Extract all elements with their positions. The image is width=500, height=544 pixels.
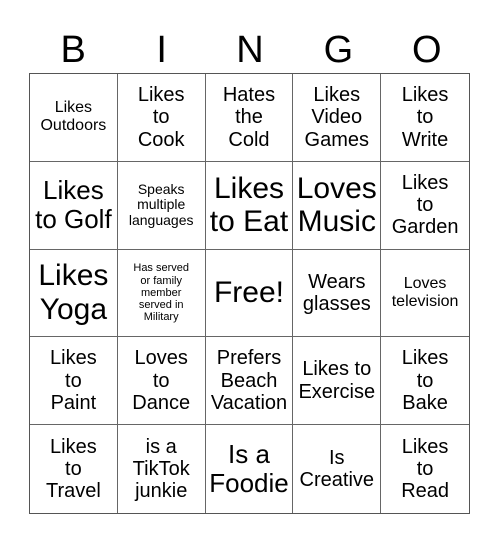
bingo-cell-text: Likes Yoga <box>38 259 109 326</box>
bingo-cell-text: Likes to Garden <box>391 171 459 239</box>
bingo-cell[interactable]: Loves to Dance <box>117 337 206 426</box>
bingo-cell[interactable]: Likes to Paint <box>30 337 118 426</box>
bingo-cell-text: Likes to Write <box>401 83 449 151</box>
bingo-cell-text: Likes Video Games <box>304 83 370 151</box>
bingo-grid: Likes Outdoors Likes to Cook Hates the Col… <box>29 73 470 514</box>
bingo-cell[interactable]: Speaks multiple languages <box>117 161 206 250</box>
bingo-cell[interactable]: Likes to Read <box>381 425 469 513</box>
bingo-cell[interactable]: Wears glasses <box>293 249 382 338</box>
bingo-cell-text: Likes to Cook <box>137 83 185 151</box>
bingo-cell-text: Likes to Bake <box>401 347 449 414</box>
bingo-cell[interactable]: Likes to Garden <box>381 162 469 250</box>
bingo-cell-text: Wears glasses <box>302 270 371 315</box>
bingo-cell[interactable]: Likes to Write <box>381 74 469 162</box>
bingo-cell-text: Likes to Read <box>401 435 449 503</box>
bingo-cell-free[interactable]: Free! <box>205 249 294 338</box>
bingo-cell-text: Free! <box>213 276 284 310</box>
bingo-cell[interactable]: Likes to Exercise <box>293 337 382 426</box>
bingo-cell-text: Speaks multiple languages <box>128 180 194 229</box>
bingo-cell[interactable]: is a TikTok junkie <box>118 425 206 513</box>
bingo-cell[interactable]: Has served or family member served in Mi… <box>117 249 206 338</box>
bingo-cell-text: Likes to Exercise <box>298 358 376 403</box>
bingo-cell-text: Likes to Paint <box>50 347 97 414</box>
bingo-cell-text: Loves television <box>391 275 459 310</box>
bingo-cell[interactable]: Likes to Cook <box>117 74 206 162</box>
bingo-cell-text: Has served or family member served in Mi… <box>133 262 190 324</box>
bingo-cell-text: is a TikTok junkie <box>132 435 190 503</box>
bingo-header: B I N G O <box>29 28 471 72</box>
bingo-cell[interactable]: Likes to Eat <box>205 161 294 250</box>
bingo-cell[interactable]: Likes to Bake <box>381 337 469 426</box>
header-letter-b: B <box>60 29 86 71</box>
bingo-cell[interactable]: Loves television <box>381 250 469 338</box>
bingo-cell-text: Likes to Travel <box>45 435 101 503</box>
bingo-cell-text: Loves Music <box>296 171 377 239</box>
bingo-cell-text: Is a Foodie <box>209 438 289 499</box>
bingo-cell-text: Hates the Cold <box>222 83 276 151</box>
bingo-cell[interactable]: Loves Music <box>293 161 382 250</box>
bingo-cell[interactable]: Likes Outdoors <box>30 74 118 162</box>
bingo-cell-text: Prefers Beach Vacation <box>210 347 288 414</box>
header-letter-o: O <box>412 29 442 71</box>
bingo-cell-text: Likes to Eat <box>209 171 289 239</box>
bingo-cell-text: Likes to Golf <box>35 175 112 235</box>
bingo-cell-text: Is Creative <box>299 446 375 492</box>
bingo-cell[interactable]: Is a Foodie <box>206 425 294 513</box>
bingo-cell-text: Likes Outdoors <box>40 99 107 135</box>
bingo-cell[interactable]: Prefers Beach Vacation <box>205 337 294 426</box>
bingo-cell[interactable]: Likes to Golf <box>30 161 118 250</box>
bingo-cell[interactable]: Hates the Cold <box>205 74 294 162</box>
bingo-cell[interactable]: Is Creative <box>293 425 382 513</box>
bingo-cell-text: Loves to Dance <box>132 347 191 414</box>
header-letter-g: G <box>323 29 354 71</box>
bingo-cell[interactable]: Likes Video Games <box>293 74 382 162</box>
bingo-cell[interactable]: Likes Yoga <box>30 249 118 338</box>
bingo-cell[interactable]: Likes to Travel <box>30 425 118 513</box>
header-letter-i: I <box>156 29 167 71</box>
header-letter-n: N <box>236 29 264 71</box>
